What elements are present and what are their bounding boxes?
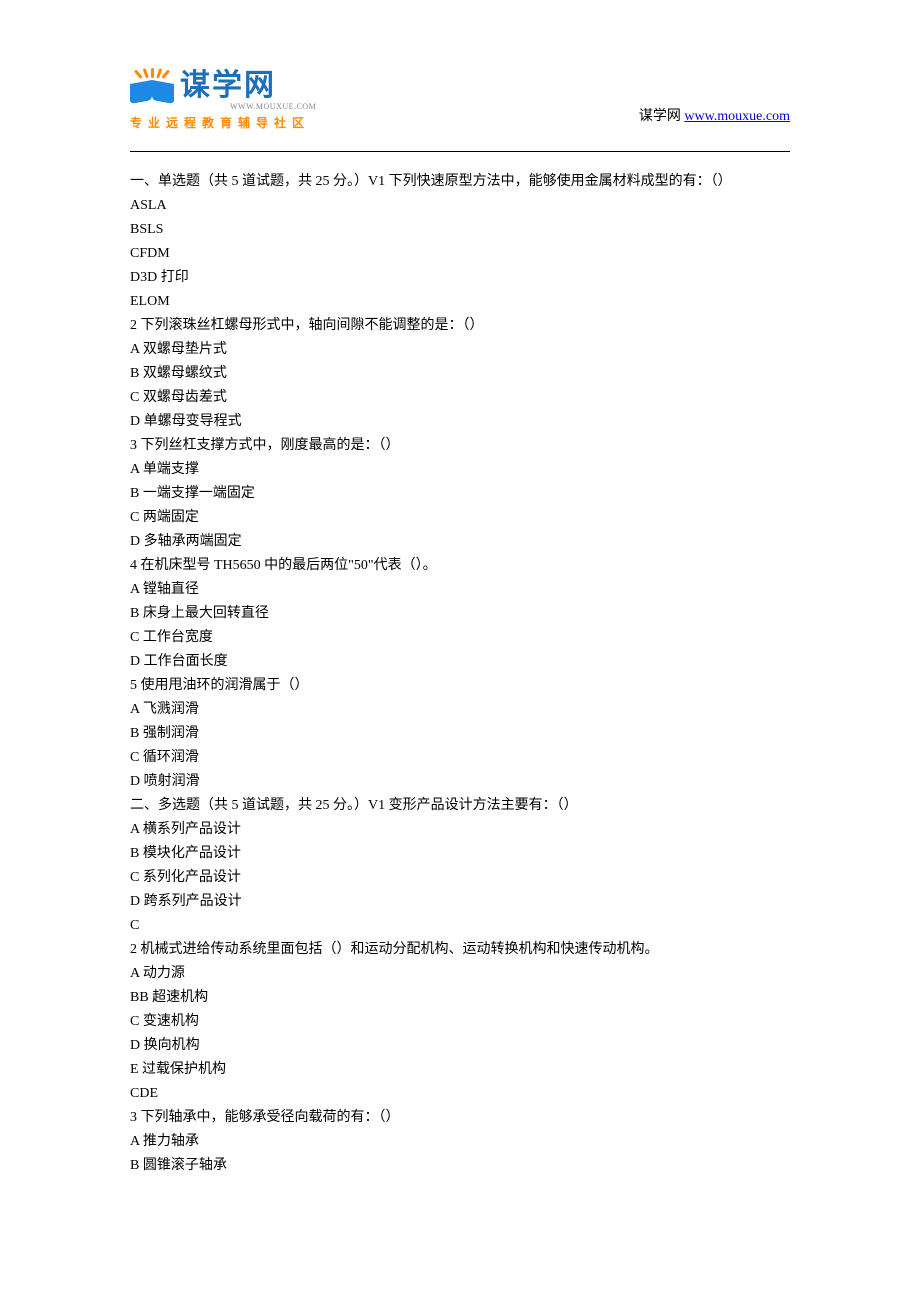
answer-line: C [130, 914, 790, 938]
option-line: C 循环润滑 [130, 746, 790, 770]
option-line: BB 超速机构 [130, 986, 790, 1010]
option-line: D 换向机构 [130, 1034, 790, 1058]
option-line: D 跨系列产品设计 [130, 890, 790, 914]
option-line: D 多轴承两端固定 [130, 530, 790, 554]
option-line: BSLS [130, 218, 790, 242]
section-heading: 二、多选题（共 5 道试题，共 25 分。）V1 变形产品设计方法主要有：（） [130, 794, 790, 818]
section-heading: 一、单选题（共 5 道试题，共 25 分。）V1 下列快速原型方法中，能够使用金… [130, 170, 790, 194]
site-label: 谋学网 [639, 109, 681, 124]
option-line: A 飞溅润滑 [130, 698, 790, 722]
option-line: D 单螺母变导程式 [130, 410, 790, 434]
option-line: A 双螺母垫片式 [130, 338, 790, 362]
document-page: 谋学网 WWW.MOUXUE.COM 专业远程教育辅导社区 谋学网 www.mo… [0, 0, 920, 1238]
site-link[interactable]: www.mouxue.com [684, 109, 790, 124]
header-divider [130, 151, 790, 152]
option-line: CFDM [130, 242, 790, 266]
option-line: C 两端固定 [130, 506, 790, 530]
option-line: A 单端支撑 [130, 458, 790, 482]
option-line: D3D 打印 [130, 266, 790, 290]
option-line: A 动力源 [130, 962, 790, 986]
site-reference: 谋学网 www.mouxue.com [639, 105, 790, 125]
section-heading: 5 使用甩油环的润滑属于（） [130, 674, 790, 698]
section-heading: 3 下列轴承中，能够承受径向载荷的有：（） [130, 1106, 790, 1130]
option-line: C 双螺母齿差式 [130, 386, 790, 410]
option-line: B 床身上最大回转直径 [130, 602, 790, 626]
option-line: B 模块化产品设计 [130, 842, 790, 866]
logo-text: 谋学网 [180, 60, 316, 104]
option-line: B 双螺母螺纹式 [130, 362, 790, 386]
option-line: B 强制润滑 [130, 722, 790, 746]
logo-pinyin: WWW.MOUXUE.COM [230, 102, 316, 111]
page-header: 谋学网 WWW.MOUXUE.COM 专业远程教育辅导社区 谋学网 www.mo… [130, 60, 790, 131]
section-heading: 2 下列滚珠丝杠螺母形式中，轴向间隙不能调整的是：（） [130, 314, 790, 338]
logo-top: 谋学网 WWW.MOUXUE.COM [130, 60, 316, 111]
option-line: ASLA [130, 194, 790, 218]
option-line: C 变速机构 [130, 1010, 790, 1034]
option-line: D 喷射润滑 [130, 770, 790, 794]
section-heading: 4 在机床型号 TH5650 中的最后两位"50"代表（）。 [130, 554, 790, 578]
answer-line: CDE [130, 1082, 790, 1106]
option-line: C 工作台宽度 [130, 626, 790, 650]
option-line: A 镗轴直径 [130, 578, 790, 602]
content-body: 一、单选题（共 5 道试题，共 25 分。）V1 下列快速原型方法中，能够使用金… [130, 170, 790, 1178]
option-line: A 横系列产品设计 [130, 818, 790, 842]
option-line: A 推力轴承 [130, 1130, 790, 1154]
logo-tagline: 专业远程教育辅导社区 [130, 114, 310, 131]
option-line: E 过载保护机构 [130, 1058, 790, 1082]
logo-block: 谋学网 WWW.MOUXUE.COM 专业远程教育辅导社区 [130, 60, 316, 131]
option-line: D 工作台面长度 [130, 650, 790, 674]
section-heading: 2 机械式进给传动系统里面包括（）和运动分配机构、运动转换机构和快速传动机构。 [130, 938, 790, 962]
logo-icon [130, 68, 174, 104]
option-line: C 系列化产品设计 [130, 866, 790, 890]
option-line: ELOM [130, 290, 790, 314]
option-line: B 圆锥滚子轴承 [130, 1154, 790, 1178]
section-heading: 3 下列丝杠支撑方式中，刚度最高的是：（） [130, 434, 790, 458]
option-line: B 一端支撑一端固定 [130, 482, 790, 506]
